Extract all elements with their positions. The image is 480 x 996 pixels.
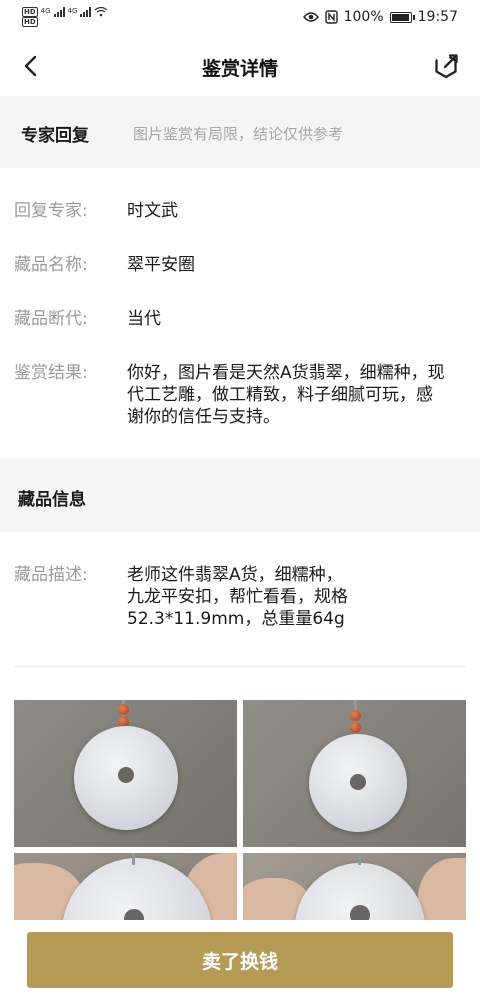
divider (14, 666, 466, 667)
eye-icon (302, 12, 319, 22)
clock: 19:57 (417, 9, 458, 25)
collection-info-title: 藏品信息 (18, 490, 86, 510)
nav-bar: 鉴赏详情 (0, 36, 480, 96)
share-button[interactable] (432, 52, 460, 80)
field-value: 翠平安圈 (127, 255, 195, 275)
field-label: 藏品断代: (14, 309, 88, 329)
expert-reply-title: 专家回复 (21, 126, 89, 146)
battery-percent: 100% (343, 9, 384, 25)
field-value: 你好，图片看是天然A货翡翠，细糯种，现代工艺雕，做工精致，料子细腻可玩，感谢你的… (127, 363, 445, 427)
signal-indicators: HD 4G 4G HD (22, 6, 108, 27)
status-right: 100% 19:57 (302, 9, 458, 25)
share-icon (435, 53, 458, 79)
expert-reply-header: 专家回复 图片鉴赏有局限，结论仅供参考 (0, 96, 480, 168)
disclaimer-note: 图片鉴赏有局限，结论仅供参考 (133, 125, 344, 143)
field-value: 老师这件翡翠A货，细糯种， 九龙平安扣，帮忙看看，规格 52.3*11.9mm，… (127, 565, 348, 629)
status-bar: HD 4G 4G HD 100% 19:57 (0, 0, 480, 36)
jade-photo-front[interactable] (14, 700, 237, 847)
jade-photo-hand-1[interactable] (14, 853, 237, 923)
field-label: 鉴赏结果: (14, 363, 88, 383)
hd-badge: HD (22, 6, 38, 17)
footer: 卖了换钱 (0, 920, 480, 996)
page-title: 鉴赏详情 (201, 58, 278, 80)
hd-badge: HD (22, 17, 38, 27)
field-label: 藏品名称: (14, 255, 88, 275)
jade-photo-hand-2[interactable] (243, 853, 466, 923)
jade-photo-back[interactable] (243, 700, 466, 847)
collection-info-header: 藏品信息 (0, 458, 480, 532)
field-label: 回复专家: (14, 201, 88, 221)
wifi-icon (95, 6, 108, 17)
signal-icon (80, 6, 92, 17)
field-value: 时文武 (127, 201, 178, 221)
sell-button[interactable]: 卖了换钱 (27, 932, 453, 988)
field-value: 当代 (127, 309, 161, 329)
field-label: 藏品描述: (14, 565, 88, 585)
network-type: 4G (40, 7, 51, 15)
network-type: 4G (67, 7, 78, 15)
signal-icon (53, 6, 65, 17)
battery-icon (389, 11, 415, 23)
nfc-icon (324, 10, 338, 24)
